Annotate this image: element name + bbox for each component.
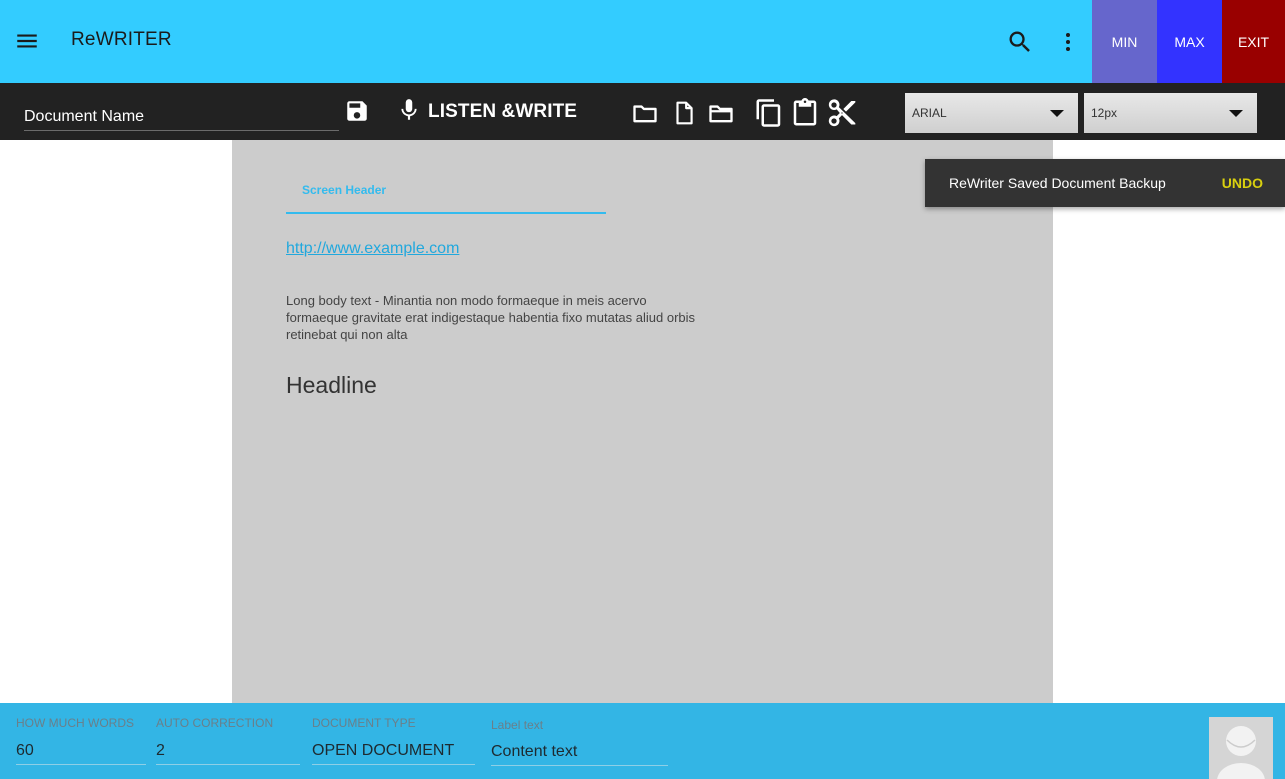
chevron-down-icon: [1050, 110, 1064, 117]
screen-header-tab[interactable]: Screen Header: [286, 183, 386, 197]
document-link[interactable]: http://www.example.com: [286, 240, 459, 258]
app-title: ReWRITER: [71, 29, 172, 50]
auto-correction-label: AUTO CORRECTION: [156, 716, 274, 730]
document-type-input[interactable]: [312, 737, 475, 765]
paste-icon[interactable]: [790, 97, 820, 134]
search-icon[interactable]: [1006, 28, 1034, 56]
folder-open-icon[interactable]: [706, 99, 736, 132]
auto-correction-field: AUTO CORRECTION: [156, 703, 300, 779]
minimize-button[interactable]: MIN: [1092, 0, 1157, 83]
avatar[interactable]: [1209, 717, 1273, 779]
save-icon[interactable]: [344, 98, 370, 129]
font-family-value: ARIAL: [912, 106, 947, 120]
auto-correction-input[interactable]: [156, 737, 300, 765]
document-canvas[interactable]: Screen Header http://www.example.com Lon…: [232, 140, 1053, 703]
copy-icon[interactable]: [754, 97, 784, 134]
word-count-label: HOW MUCH WORDS: [16, 716, 134, 730]
font-family-select[interactable]: ARIAL: [905, 93, 1078, 133]
snackbar-message: ReWriter Saved Document Backup: [949, 175, 1166, 191]
font-size-value: 12px: [1091, 106, 1118, 120]
maximize-button[interactable]: MAX: [1157, 0, 1222, 83]
folder-icon[interactable]: [630, 99, 660, 132]
listen-write-button[interactable]: LISTEN &WRITE: [396, 97, 577, 127]
word-count-input[interactable]: [16, 737, 146, 765]
microphone-icon: [396, 95, 422, 130]
font-size-select[interactable]: 12px: [1084, 93, 1257, 133]
word-count-field: HOW MUCH WORDS: [16, 703, 146, 779]
exit-button[interactable]: EXIT: [1222, 0, 1285, 83]
snackbar: ReWriter Saved Document Backup UNDO: [925, 159, 1285, 207]
menu-icon[interactable]: [14, 28, 40, 54]
listen-write-label: LISTEN &WRITE: [428, 101, 578, 122]
generic-text-input[interactable]: [491, 738, 668, 766]
generic-text-field: Label text: [491, 703, 668, 779]
body-text: Long body text - Minantia non modo forma…: [286, 293, 696, 342]
screen-header-underline: [286, 212, 606, 214]
new-file-icon[interactable]: [671, 98, 697, 133]
toolbar: LISTEN &WRITE ARIAL 12px: [0, 83, 1285, 140]
document-name-input[interactable]: [24, 103, 339, 131]
document-type-field: DOCUMENT TYPE: [312, 703, 475, 779]
status-bar: HOW MUCH WORDS AUTO CORRECTION DOCUMENT …: [0, 703, 1285, 779]
headline: Headline: [286, 372, 377, 398]
more-options-icon[interactable]: [1056, 28, 1080, 56]
generic-text-label: Label text: [491, 718, 544, 732]
document-type-label: DOCUMENT TYPE: [312, 716, 416, 730]
chevron-down-icon: [1229, 110, 1243, 117]
undo-button[interactable]: UNDO: [1222, 175, 1263, 191]
app-bar: ReWRITER MIN MAX EXIT: [0, 0, 1285, 83]
cut-icon[interactable]: [826, 97, 858, 134]
